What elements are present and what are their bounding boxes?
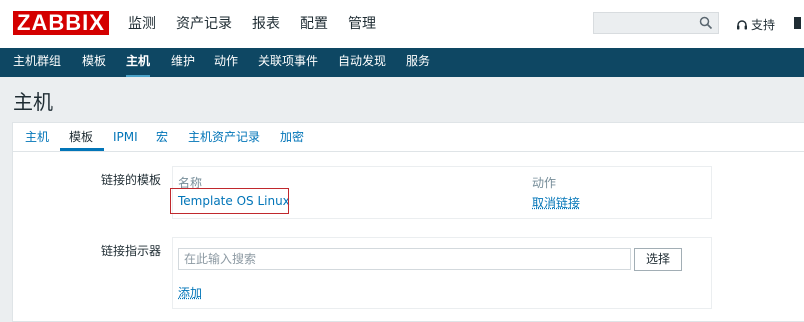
global-search-input[interactable] <box>593 12 719 34</box>
host-form-panel: 主机 模板 IPMI 宏 主机资产记录 加密 链接的模板 名称 动作 Templ… <box>12 122 804 322</box>
submenu-hosts[interactable]: 主机 <box>126 48 151 77</box>
link-indicator-box: 选择 添加 <box>172 237 712 309</box>
linked-templates-table: 名称 动作 Template OS Linux 取消链接 <box>170 166 712 219</box>
active-tab-indicator <box>60 148 104 151</box>
tab-bar: 主机 模板 IPMI 宏 主机资产记录 加密 <box>13 123 804 152</box>
menu-administration[interactable]: 管理 <box>348 14 376 34</box>
page-title: 主机 <box>13 90 53 114</box>
support-label: 支持 <box>751 18 776 32</box>
tab-inventory[interactable]: 主机资产记录 <box>188 129 260 145</box>
submenu-correlation[interactable]: 关联项事件 <box>258 48 318 77</box>
headset-icon <box>737 19 747 29</box>
link-indicator-label: 链接指示器 <box>100 244 161 258</box>
support-link[interactable]: 支持 <box>736 16 775 33</box>
submenu-services[interactable]: 服务 <box>406 48 430 77</box>
tab-host[interactable]: 主机 <box>25 129 49 145</box>
search-icon[interactable] <box>699 16 713 30</box>
submenu-actions[interactable]: 动作 <box>214 48 238 77</box>
menu-monitoring[interactable]: 监测 <box>128 14 156 34</box>
submenu-maintenance[interactable]: 维护 <box>171 48 195 77</box>
select-button[interactable]: 选择 <box>634 248 682 271</box>
tab-macros[interactable]: 宏 <box>156 129 168 145</box>
zabbix-logo[interactable]: ZABBIX <box>13 11 109 35</box>
menu-configuration[interactable]: 配置 <box>300 14 328 34</box>
submenu-discovery[interactable]: 自动发现 <box>338 48 386 77</box>
submenu-templates[interactable]: 模板 <box>82 48 106 77</box>
menu-inventory[interactable]: 资产记录 <box>176 14 232 34</box>
sub-menu: 主机群组 模板 主机 维护 动作 关联项事件 自动发现 服务 <box>0 48 804 77</box>
main-menu: 监测 资产记录 报表 配置 管理 <box>128 14 396 34</box>
share-icon[interactable] <box>792 16 804 30</box>
submenu-host-groups[interactable]: 主机群组 <box>13 48 61 77</box>
top-bar: ZABBIX 监测 资产记录 报表 配置 管理 支持 <box>0 0 804 48</box>
highlight-box <box>170 188 289 214</box>
template-search-input[interactable] <box>178 248 631 270</box>
column-action-header: 动作 <box>532 176 557 190</box>
tab-templates[interactable]: 模板 <box>69 129 93 145</box>
tab-ipmi[interactable]: IPMI <box>113 129 138 145</box>
linked-templates-label: 链接的模板 <box>100 173 161 187</box>
unlink-link[interactable]: 取消链接 <box>532 194 580 211</box>
add-link[interactable]: 添加 <box>178 284 202 301</box>
menu-reports[interactable]: 报表 <box>252 14 280 34</box>
tab-encryption[interactable]: 加密 <box>280 129 304 145</box>
